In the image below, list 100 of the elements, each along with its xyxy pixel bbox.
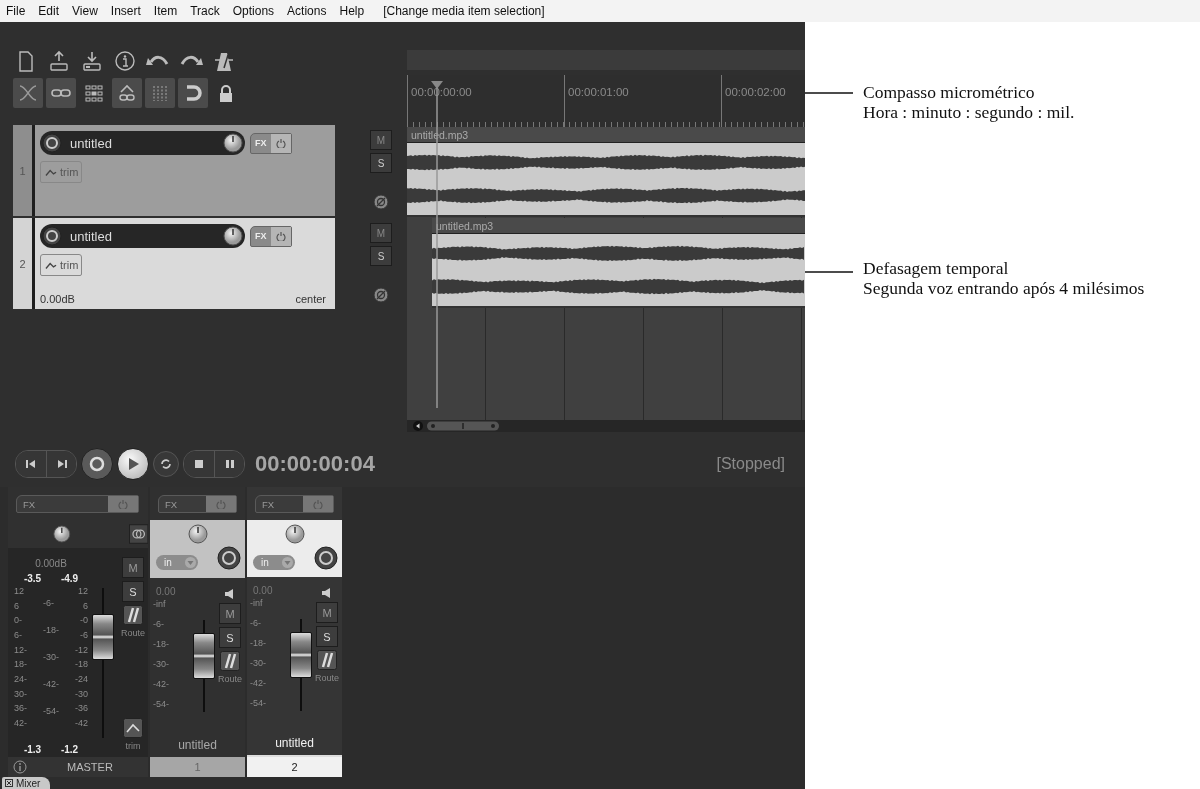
record-arm-button[interactable]: [42, 226, 62, 246]
metronome-icon[interactable]: [212, 50, 236, 72]
meter-scale-label: -6-: [153, 619, 165, 629]
leader-line: [805, 271, 853, 273]
meter-scale-label: -18-: [250, 638, 267, 649]
scroll-thumb[interactable]: [427, 421, 499, 431]
peak-readout: -3.5: [23, 573, 42, 584]
crossfade-icon: [17, 82, 39, 104]
menu-item[interactable]: Insert: [110, 4, 141, 18]
leader-line: [805, 92, 853, 94]
info-icon[interactable]: [113, 50, 137, 72]
grid-lines-toggle[interactable]: [145, 78, 175, 108]
skip-forward-icon: [56, 458, 67, 469]
peak-readout: -1.2: [60, 744, 79, 755]
fx-button[interactable]: FX: [16, 495, 139, 513]
pan-knob[interactable]: [284, 523, 305, 544]
speaker-icon[interactable]: [224, 588, 236, 600]
volume-knob[interactable]: [223, 133, 243, 153]
track-panel[interactable]: untitled FX trim 0.00dB center: [35, 218, 335, 309]
trim-button[interactable]: trim: [40, 254, 83, 276]
route-icon[interactable]: [220, 651, 240, 671]
meter-scale-label: -30-: [43, 652, 59, 662]
meter-scale-label: -42-: [153, 679, 170, 689]
solo-button[interactable]: S: [370, 153, 392, 173]
track-name[interactable]: untitled: [70, 135, 215, 151]
left-arrow-icon[interactable]: [413, 421, 423, 431]
meter-scale-label: -54-: [153, 699, 170, 709]
solo-button[interactable]: S: [316, 626, 338, 648]
meter-scale-label: -6: [79, 629, 88, 640]
meter-scale-label: -6-: [250, 618, 262, 629]
menu-item[interactable]: Help: [339, 4, 365, 18]
menu-item[interactable]: View: [72, 4, 98, 18]
crossfade-toggle[interactable]: [13, 78, 43, 108]
mixer-tab[interactable]: Mixer: [2, 777, 51, 789]
meter-scale-label: 6: [82, 600, 88, 611]
record-arm-button[interactable]: [42, 133, 62, 153]
channel-strip[interactable]: FX in 0.00 -inf -6- -18- -30- -42- -54- M S Route untitled 2: [247, 487, 342, 777]
envelope-link-icon: [116, 82, 138, 104]
solo-button[interactable]: S: [219, 627, 241, 648]
solo-button[interactable]: S: [122, 581, 144, 602]
meter-scale-label: 18-: [14, 659, 27, 670]
speaker-icon[interactable]: [321, 587, 333, 600]
phase-invert-icon[interactable]: [373, 287, 389, 303]
menu-item[interactable]: Item: [153, 4, 178, 18]
link-toggle[interactable]: [46, 78, 76, 108]
track-panel[interactable]: untitled FX trim: [35, 125, 335, 216]
meter-scale-label: 12: [14, 586, 25, 596]
fader-handle[interactable]: [193, 632, 215, 679]
meter-scale-label: -18-: [43, 625, 59, 635]
meter-scale-label: 12-: [14, 644, 27, 655]
track-name[interactable]: untitled: [70, 228, 215, 244]
pan-knob[interactable]: [187, 524, 208, 544]
meter-scale-label: -30: [74, 688, 88, 699]
download-icon[interactable]: [80, 50, 104, 72]
channel-strip[interactable]: FX in 0.00 -inf -6- -18- -30- -42- -54- M S Route untitled 1: [150, 487, 245, 777]
record-arm-button[interactable]: [314, 545, 338, 570]
skip-forward-button[interactable]: [46, 450, 76, 477]
stop-button[interactable]: [184, 450, 214, 477]
fx-button[interactable]: FX: [158, 495, 237, 513]
phase-invert-icon[interactable]: [373, 194, 389, 210]
solo-button[interactable]: S: [370, 246, 392, 266]
record-arm-button[interactable]: [217, 546, 241, 570]
power-icon: [313, 499, 323, 509]
repeat-button[interactable]: [153, 450, 179, 477]
track-number[interactable]: 2: [13, 218, 35, 309]
envelope-link-toggle[interactable]: [112, 78, 142, 108]
close-box-icon[interactable]: [5, 779, 13, 787]
fader-handle[interactable]: [290, 632, 312, 679]
strip-name: MASTER: [67, 761, 113, 773]
menu-item[interactable]: Actions: [287, 4, 327, 18]
strip-name: untitled: [177, 736, 218, 754]
caret-icon: [185, 557, 196, 568]
route-icon[interactable]: [317, 650, 337, 671]
play-icon: [126, 456, 140, 471]
menu-item[interactable]: Options: [232, 4, 275, 18]
meter-scale-label: -30-: [153, 659, 170, 669]
skip-back-button[interactable]: [16, 450, 46, 477]
magnet-toggle[interactable]: [178, 78, 208, 108]
play-button[interactable]: [117, 447, 149, 480]
fader-handle[interactable]: [92, 614, 114, 660]
mute-button[interactable]: M: [122, 557, 144, 578]
mute-button[interactable]: M: [316, 602, 338, 624]
stereo-button[interactable]: [128, 523, 148, 545]
meter-scale-label: 30-: [14, 688, 27, 699]
route-icon[interactable]: [123, 605, 143, 625]
record-button[interactable]: [81, 447, 113, 480]
trim-envelope-button[interactable]: [123, 718, 143, 738]
info-icon[interactable]: [13, 760, 27, 774]
upload-icon[interactable]: [47, 50, 71, 72]
pan-knob[interactable]: [53, 524, 71, 544]
fx-button[interactable]: FX: [255, 495, 334, 513]
strip-number[interactable]: 2: [247, 757, 342, 777]
volume-knob[interactable]: [223, 226, 243, 246]
menu-item[interactable]: Edit: [38, 4, 60, 18]
meter-scale-label: -24: [74, 673, 88, 684]
mute-button[interactable]: M: [219, 603, 241, 624]
pause-button[interactable]: [214, 450, 244, 477]
menu-item[interactable]: File: [6, 4, 26, 18]
time-display: 00:00:00:04: [255, 450, 375, 477]
menu-item[interactable]: Track: [190, 4, 220, 18]
